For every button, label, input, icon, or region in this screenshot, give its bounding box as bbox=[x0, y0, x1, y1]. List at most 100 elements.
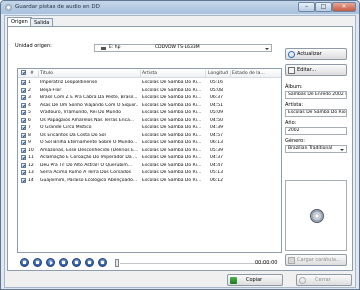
column-status[interactable]: Estado de la... bbox=[232, 71, 265, 76]
track-checkbox[interactable] bbox=[21, 95, 26, 100]
artist-field[interactable]: Escolas De Samba Do Rio De ... bbox=[285, 109, 347, 117]
track-checkbox[interactable] bbox=[21, 155, 26, 160]
track-number: 12 bbox=[28, 162, 34, 168]
minimize-button[interactable]: – bbox=[298, 2, 315, 12]
pause-button[interactable] bbox=[72, 258, 81, 267]
track-title: Brasil Com Z É Pra Cabra Da Peste, Brasi… bbox=[40, 95, 138, 100]
track-length: 06:37 bbox=[210, 95, 223, 100]
album-label: Álbum: bbox=[285, 84, 303, 90]
track-checkbox[interactable] bbox=[21, 125, 26, 130]
table-row[interactable]: 4 Asas De Um Sonho Viajando Com O Siquii… bbox=[18, 102, 281, 110]
previous-button[interactable] bbox=[33, 258, 42, 267]
table-row[interactable]: 2 Beija-Flor Escolas De Samba Do Ri... 0… bbox=[18, 87, 281, 95]
select-all-checkbox[interactable] bbox=[21, 70, 26, 75]
cd-disc-icon bbox=[310, 209, 324, 223]
drive-icon bbox=[101, 47, 106, 50]
track-artist: Escolas De Samba Do Ri... bbox=[142, 95, 202, 100]
track-checkbox[interactable] bbox=[21, 87, 26, 93]
table-row[interactable]: 1 Imperatriz Leopoldinense Escolas De Sa… bbox=[18, 79, 281, 87]
maximize-button[interactable]: □ bbox=[315, 2, 332, 12]
seek-track[interactable] bbox=[120, 263, 270, 264]
track-checkbox[interactable] bbox=[21, 110, 26, 115]
track-artist: Escolas De Samba Do Ri... bbox=[142, 125, 202, 130]
copy-button[interactable]: Copiar bbox=[227, 274, 283, 286]
track-artist: Escolas De Samba Do Ri... bbox=[142, 162, 202, 168]
close-button[interactable]: Cerrar bbox=[296, 274, 352, 286]
tracks-table: # Título Artista Longitud Estado de la..… bbox=[17, 68, 282, 253]
track-length: 05:39 bbox=[210, 147, 223, 153]
track-number: 14 bbox=[28, 177, 34, 183]
table-row[interactable]: 9 O Sol Brilha Eternamente Sobre O Mundo… bbox=[18, 139, 281, 147]
playback-time: 00:00:00 bbox=[255, 260, 278, 266]
track-artist: Escolas De Samba Do Ri... bbox=[142, 147, 202, 153]
year-label: Año: bbox=[285, 120, 297, 126]
refresh-label: Actualizar bbox=[297, 51, 322, 57]
table-row[interactable]: 6 Os Papagaios Amarelos Nas Terras Enca.… bbox=[18, 117, 281, 125]
track-checkbox[interactable] bbox=[21, 170, 26, 175]
table-row[interactable]: 11 Aclamação E Coroação Do Imperador Da … bbox=[18, 154, 281, 162]
chevron-down-icon bbox=[264, 46, 270, 51]
track-checkbox[interactable] bbox=[21, 132, 26, 138]
table-row[interactable]: 5 Vradouro, Vramundo, Rei Do Mundo Escol… bbox=[18, 109, 281, 117]
genre-select[interactable]: Brazilian Traditional bbox=[285, 145, 347, 153]
track-checkbox[interactable] bbox=[21, 117, 26, 123]
edit-label: Editar... bbox=[297, 67, 317, 73]
genre-label: Género: bbox=[285, 138, 305, 144]
track-checkbox[interactable] bbox=[21, 177, 26, 183]
track-number: 2 bbox=[28, 87, 31, 93]
track-length: 06:12 bbox=[210, 177, 223, 183]
table-row[interactable]: 8 Os Encantos Da Costa Do Sol Escolas De… bbox=[18, 132, 281, 140]
track-artist: Escolas De Samba Do Ri... bbox=[142, 102, 202, 108]
track-title: O Grande Circo Místico bbox=[40, 125, 92, 130]
footer: Copiar Cerrar bbox=[5, 273, 355, 287]
track-length: 04:50 bbox=[210, 117, 223, 123]
refresh-button[interactable]: Actualizar bbox=[285, 48, 347, 60]
next-button[interactable] bbox=[85, 258, 94, 267]
track-number: 3 bbox=[28, 95, 31, 100]
source-drive-select[interactable]: E: hp CDDVDW TS-L633M bbox=[94, 44, 272, 52]
table-row[interactable]: 3 Brasil Com Z É Pra Cabra Da Peste, Bra… bbox=[18, 94, 281, 102]
track-checkbox[interactable] bbox=[21, 140, 26, 145]
column-title[interactable]: Título bbox=[40, 71, 53, 76]
genre-value: Brazilian Traditional bbox=[288, 146, 333, 151]
track-artist: Escolas De Samba Do Ri... bbox=[142, 155, 202, 160]
origin-tab-panel: Unidad origen: E: hp CDDVDW TS-L633M # T… bbox=[7, 26, 353, 271]
track-artist: Escolas De Samba Do Ri... bbox=[142, 132, 202, 138]
track-checkbox[interactable] bbox=[21, 80, 26, 85]
close-window-button[interactable]: ✕ bbox=[332, 2, 356, 12]
stop-button[interactable] bbox=[59, 258, 68, 267]
track-title: Imperatriz Leopoldinense bbox=[40, 80, 98, 85]
table-row[interactable]: 13 Serra Acima Rumo À Terra Dos Corsados… bbox=[18, 169, 281, 177]
track-title: Asas De Um Sonho Viajando Com O Siquiir.… bbox=[40, 102, 138, 108]
table-row[interactable]: 14 Guajeimim, Paraiso Ecológico Abençoad… bbox=[18, 177, 281, 185]
album-field[interactable]: Sambas De Enredo 2002 (Se... bbox=[285, 91, 347, 99]
rewind-button[interactable] bbox=[20, 258, 29, 267]
track-title: Beija-Flor bbox=[40, 87, 62, 93]
track-title: Serra Acima Rumo À Terra Dos Corsados bbox=[40, 170, 131, 175]
year-field[interactable]: 2002 bbox=[285, 127, 347, 135]
copy-icon bbox=[230, 277, 237, 284]
track-artist: Escolas De Samba Do Ri... bbox=[142, 80, 202, 85]
track-checkbox[interactable] bbox=[21, 147, 26, 153]
track-checkbox[interactable] bbox=[21, 162, 26, 168]
table-row[interactable]: 12 Deu Pra Ti! Do Alto Astral! O Querubi… bbox=[18, 162, 281, 170]
track-title: Aclamação E Coroação Do Imperador Da ... bbox=[40, 155, 138, 160]
track-title: Os Papagaios Amarelos Nas Terras Enca... bbox=[40, 117, 135, 123]
track-artist: Escolas De Samba Do Ri... bbox=[142, 117, 202, 123]
load-cover-button[interactable]: Cargar carátula... bbox=[285, 254, 347, 266]
image-icon bbox=[288, 257, 295, 264]
column-artist[interactable]: Artista bbox=[142, 71, 157, 76]
play-button[interactable] bbox=[46, 258, 55, 267]
track-length: 04:37 bbox=[210, 155, 223, 160]
load-cover-label: Cargar carátula... bbox=[297, 257, 341, 263]
title-bar: Guardar pistas de audio en DD – □ ✕ bbox=[1, 1, 359, 14]
seek-thumb[interactable] bbox=[115, 259, 119, 267]
table-row[interactable]: 10 Amazonas, Esse Desconhecido (Delírios… bbox=[18, 147, 281, 155]
forward-button[interactable] bbox=[98, 258, 107, 267]
table-row[interactable]: 7 O Grande Circo Místico Escolas De Samb… bbox=[18, 124, 281, 132]
table-header: # Título Artista Longitud Estado de la..… bbox=[18, 69, 281, 78]
column-length[interactable]: Longitud bbox=[208, 71, 228, 76]
edit-button[interactable]: Editar... bbox=[285, 64, 347, 76]
track-checkbox[interactable] bbox=[21, 102, 26, 108]
track-length: 05:16 bbox=[210, 80, 223, 85]
